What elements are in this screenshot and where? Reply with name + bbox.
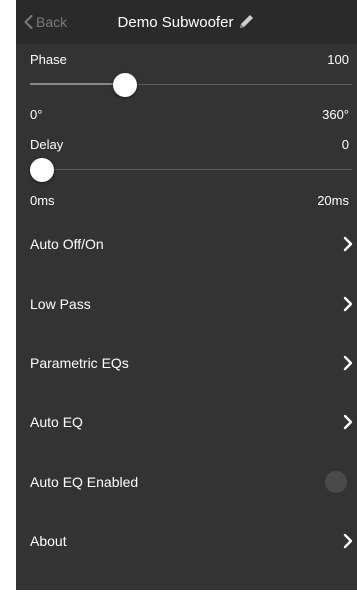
chevron-right-icon [343,236,353,252]
chevron-right-icon [343,414,353,430]
menu-item-label: Auto EQ [30,414,83,430]
phase-slider-thumb[interactable] [113,73,138,97]
menu-item-auto-eq-enabled: Auto EQ Enabled [16,462,357,502]
phase-slider[interactable] [30,73,352,97]
menu-item-auto-off-on[interactable]: Auto Off/On [16,224,357,264]
auto-eq-enabled-toggle[interactable] [325,471,347,493]
app-screen: Back Demo Subwoofer Phase 100 0° 360° De… [16,0,357,590]
menu-item-label: Low Pass [30,296,91,312]
delay-max-label: 20ms [317,193,349,208]
phase-slider-fill [30,83,126,85]
delay-slider[interactable] [30,158,352,182]
menu-item-about[interactable]: About [16,521,357,561]
title-area[interactable]: Demo Subwoofer [16,13,357,31]
menu-item-label: Parametric EQs [30,355,129,371]
phase-value: 100 [327,52,349,67]
page-title: Demo Subwoofer [117,13,234,31]
delay-value: 0 [341,137,349,152]
navigation-bar: Back Demo Subwoofer [16,0,357,44]
phase-min-label: 0° [30,107,43,122]
menu-item-label: Auto Off/On [30,236,104,252]
delay-slider-thumb[interactable] [30,158,54,182]
menu-item-low-pass[interactable]: Low Pass [16,284,357,324]
chevron-right-icon [343,296,353,312]
chevron-right-icon [343,355,353,371]
phase-max-label: 360° [322,107,349,122]
menu-item-label: Auto EQ Enabled [30,474,139,490]
delay-slider-track [30,169,352,170]
delay-min-label: 0ms [30,193,55,208]
menu-item-auto-eq[interactable]: Auto EQ [16,402,357,442]
menu-item-label: About [30,533,67,549]
menu-item-parametric-eqs[interactable]: Parametric EQs [16,343,357,383]
pencil-icon[interactable] [237,13,255,31]
delay-label: Delay [30,137,64,152]
chevron-right-icon [343,533,353,549]
phase-label: Phase [30,52,67,67]
